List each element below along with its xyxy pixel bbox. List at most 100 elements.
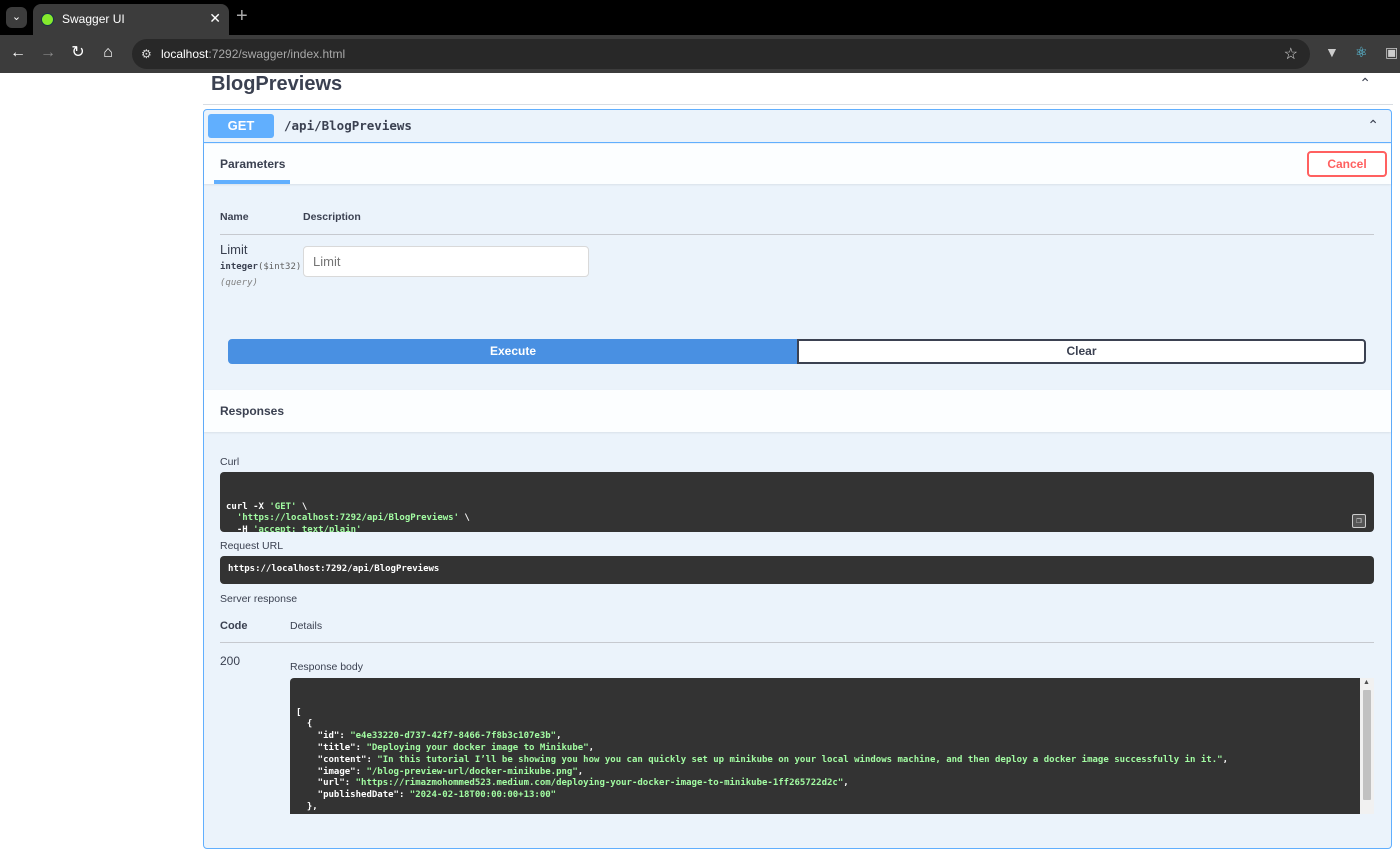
chevron-up-icon[interactable]: ⌃: [1367, 117, 1379, 134]
divider: [220, 642, 1374, 643]
code-text: ,: [578, 767, 583, 777]
operation-path: /api/BlogPreviews: [284, 118, 412, 133]
curl-line: 'https://localhost:7292/api/BlogPreviews…: [226, 513, 1368, 525]
code-string: 'accept: text/plain': [253, 525, 361, 532]
tab-parameters[interactable]: Parameters: [214, 144, 290, 184]
swagger-page: BlogPreviews ⌃ GET /api/BlogPreviews ⌃ P…: [0, 73, 1400, 840]
curl-line: curl -X 'GET' \: [226, 502, 1368, 514]
scrollbar-thumb[interactable]: [1363, 690, 1371, 800]
extension-react-icon[interactable]: ⚛: [1355, 44, 1368, 61]
tab-close-icon[interactable]: ✕: [209, 10, 221, 27]
execute-button[interactable]: Execute: [228, 339, 798, 364]
json-line: {: [296, 719, 1368, 731]
code-text: {: [296, 719, 312, 729]
site-info-icon[interactable]: ⚙: [141, 47, 152, 61]
response-status-code: 200: [220, 654, 240, 668]
request-url-label: Request URL: [220, 540, 283, 552]
server-response-label: Server response: [220, 593, 297, 605]
column-header-code: Code: [220, 620, 248, 632]
copy-to-clipboard-icon[interactable]: ❐: [1352, 514, 1366, 528]
url-path: :7292/swagger/index.html: [208, 47, 345, 61]
column-header-description: Description: [303, 211, 361, 223]
extension-vuetify-icon[interactable]: ▼: [1325, 44, 1339, 60]
extension-icon[interactable]: ▣: [1385, 44, 1398, 61]
code-text: [: [296, 708, 301, 718]
home-icon[interactable]: ⌂: [98, 43, 118, 63]
curl-lines: curl -X 'GET' \ 'https://localhost:7292/…: [226, 502, 1368, 532]
tab-title: Swagger UI: [62, 12, 125, 26]
curl-code-block[interactable]: curl -X 'GET' \ 'https://localhost:7292/…: [220, 472, 1374, 532]
column-header-name: Name: [220, 211, 249, 223]
code-text: curl -X: [226, 502, 269, 512]
json-line: "id": "e4e33220-d737-42f7-8466-7f8b3c107…: [296, 731, 1368, 743]
code-text: "publishedDate":: [296, 790, 410, 800]
execute-wrapper: Execute Clear: [228, 339, 1366, 364]
code-text: \: [296, 502, 307, 512]
reload-icon[interactable]: ↻: [68, 43, 88, 63]
browser-tab[interactable]: Swagger UI ✕: [33, 4, 229, 35]
url-host: localhost: [161, 47, 208, 61]
scroll-up-arrow-icon[interactable]: ▲: [1363, 679, 1370, 686]
responses-header: Responses: [204, 390, 1391, 432]
json-line: [: [296, 708, 1368, 720]
json-line: "image": "/blog-preview-url/docker-minik…: [296, 767, 1368, 779]
http-method-badge: GET: [208, 114, 274, 138]
code-text: "content":: [296, 755, 377, 765]
tag-title: BlogPreviews: [211, 73, 342, 96]
param-type-name: integer: [220, 262, 258, 272]
code-string: "e4e33220-d737-42f7-8466-7f8b3c107e3b": [350, 731, 556, 741]
cancel-button[interactable]: Cancel: [1307, 151, 1387, 177]
code-text: "image":: [296, 767, 366, 777]
chevron-up-icon[interactable]: ⌃: [1359, 75, 1371, 92]
curl-label: Curl: [220, 456, 239, 468]
code-string: "Deploying your docker image to Minikube…: [366, 743, 588, 753]
limit-input[interactable]: [303, 246, 589, 277]
address-url: localhost:7292/swagger/index.html: [161, 47, 345, 61]
clear-button[interactable]: Clear: [797, 339, 1366, 364]
column-header-details: Details: [290, 620, 322, 632]
response-body-lines: [ { "id": "e4e33220-d737-42f7-8466-7f8b3…: [296, 708, 1368, 814]
code-string: "In this tutorial I’ll be showing you ho…: [377, 755, 1222, 765]
json-line: "publishedDate": "2024-02-18T00:00:00+13…: [296, 790, 1368, 802]
back-arrow-icon[interactable]: ←: [8, 43, 28, 63]
code-string: "/blog-preview-url/docker-minikube.png": [366, 767, 577, 777]
browser-toolbar: ← → ↻ ⌂ ⚙ localhost:7292/swagger/index.h…: [0, 35, 1400, 73]
param-type-format: ($int32): [258, 262, 301, 272]
code-text: ,: [589, 743, 594, 753]
code-text: ,: [1223, 755, 1228, 765]
parameters-header: Parameters Cancel: [204, 144, 1391, 184]
bookmark-star-icon[interactable]: ☆: [1284, 44, 1298, 64]
new-tab-plus-icon[interactable]: +: [236, 5, 248, 28]
code-text: -H: [226, 525, 253, 532]
operation-block: GET /api/BlogPreviews ⌃ Parameters Cance…: [203, 109, 1392, 849]
curl-line: -H 'accept: text/plain': [226, 525, 1368, 532]
param-location: (query): [220, 278, 258, 288]
code-text: \: [459, 513, 470, 523]
code-string: 'https://localhost:7292/api/BlogPreviews…: [237, 513, 459, 523]
forward-arrow-icon[interactable]: →: [38, 43, 58, 63]
address-bar[interactable]: ⚙ localhost:7292/swagger/index.html ☆: [132, 39, 1310, 69]
json-line: "url": "https://rimazmohommed523.medium.…: [296, 778, 1368, 790]
tab-search-chevron-icon[interactable]: ⌄: [6, 7, 27, 28]
operation-summary[interactable]: GET /api/BlogPreviews ⌃: [204, 110, 1391, 143]
divider: [220, 234, 1374, 235]
code-text: "id":: [296, 731, 350, 741]
code-string: 'GET': [269, 502, 296, 512]
code-string: "2024-02-18T00:00:00+13:00": [410, 790, 556, 800]
param-name: Limit: [220, 242, 247, 257]
code-text: "url":: [296, 778, 356, 788]
response-body-block[interactable]: [ { "id": "e4e33220-d737-42f7-8466-7f8b3…: [290, 678, 1374, 814]
code-string: "https://rimazmohommed523.medium.com/dep…: [356, 778, 844, 788]
code-text: },: [296, 802, 318, 812]
response-body-scrollbar[interactable]: ▲: [1360, 678, 1374, 814]
json-line: "content": "In this tutorial I’ll be sho…: [296, 755, 1368, 767]
code-text: ,: [843, 778, 848, 788]
request-url-block[interactable]: https://localhost:7292/api/BlogPreviews: [220, 556, 1374, 584]
responses-title: Responses: [220, 404, 284, 418]
code-text: [226, 513, 237, 523]
json-line: },: [296, 802, 1368, 814]
tag-section-header[interactable]: BlogPreviews ⌃: [203, 73, 1393, 105]
browser-tab-bar: ⌄ Swagger UI ✕ +: [0, 0, 1400, 35]
code-text: ,: [556, 731, 561, 741]
param-type: integer($int32): [220, 262, 301, 272]
